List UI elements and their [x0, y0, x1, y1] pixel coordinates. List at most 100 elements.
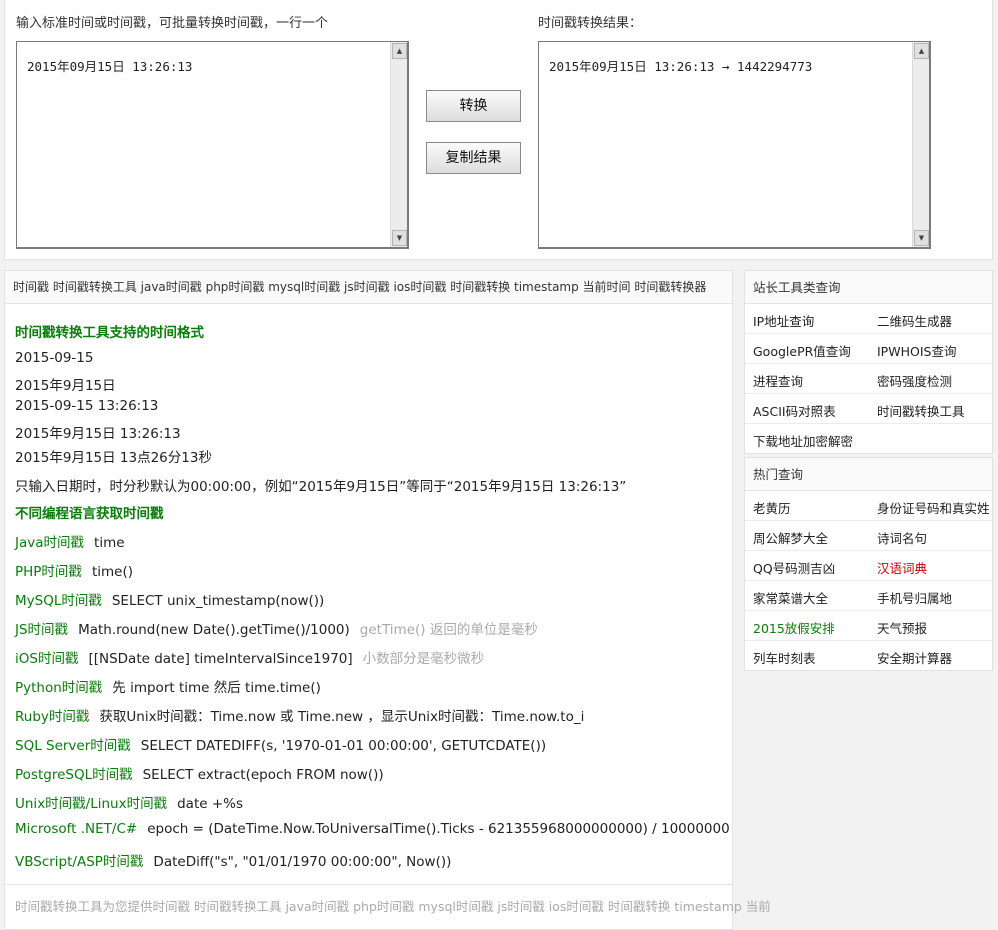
- lang-note: 小数部分是毫秒微秒: [362, 651, 485, 667]
- lang-row-php: PHP时间戳 time(): [15, 560, 133, 580]
- lang-name[interactable]: MySQL时间戳: [15, 593, 102, 609]
- tool-link[interactable]: ASCII码对照表: [753, 401, 836, 420]
- hot-box: 热门查询 老黄历 身份证号码和真实姓 周公解梦大全 诗词名句 QQ号码测吉凶 汉语词典…: [744, 457, 993, 671]
- lang-code: time: [94, 535, 125, 551]
- lang-row-python: Python时间戳先 import time 然后 time.time(): [15, 676, 321, 696]
- lang-code: date +%s: [177, 796, 244, 812]
- tools-row: 下载地址加密解密: [745, 424, 992, 453]
- divider: [5, 884, 732, 885]
- lang-name[interactable]: Java时间戳: [15, 535, 84, 551]
- scroll-up-icon[interactable]: ▲: [914, 43, 929, 59]
- lang-row-mysql: MySQL时间戳 SELECT unix_timestamp(now()): [15, 589, 324, 609]
- format-item: 2015年9月15日: [15, 378, 116, 394]
- hot-row: 2015放假安排 天气预报: [745, 611, 992, 641]
- tool-link[interactable]: IPWHOIS查询: [877, 341, 956, 360]
- tools-row: GooglePR值查询 IPWHOIS查询: [745, 334, 992, 364]
- tools-title: 站长工具类查询: [745, 271, 992, 304]
- input-scrollbar[interactable]: ▲ ▼: [390, 42, 407, 247]
- result-label: 时间戳转换结果：: [538, 16, 643, 31]
- tool-link[interactable]: 密码强度检测: [877, 371, 952, 390]
- lang-name[interactable]: iOS时间戳: [15, 651, 78, 667]
- lang-row-java: Java时间戳 time: [15, 531, 125, 551]
- tools-row: ASCII码对照表 时间戳转换工具: [745, 394, 992, 424]
- lang-name[interactable]: Microsoft .NET/C#: [15, 821, 137, 837]
- tool-link[interactable]: 下载地址加密解密: [753, 431, 853, 450]
- lang-row-vbscript: VBScript/ASP时间戳 DateDiff("s", "01/01/1970…: [15, 850, 451, 870]
- tool-link[interactable]: GooglePR值查询: [753, 341, 851, 360]
- lang-row-postgresql: PostgreSQL时间戳 SELECT extract(epoch FROM n…: [15, 763, 384, 783]
- lang-code: epoch = (DateTime.Now.ToUniversalTime().…: [147, 821, 730, 837]
- hot-link[interactable]: 周公解梦大全: [753, 528, 828, 547]
- lang-row-js: JS时间戳 Math.round(new Date().getTime()/100…: [15, 618, 538, 638]
- copy-result-button[interactable]: 复制结果: [426, 142, 521, 174]
- lang-code: [[NSDate date] timeIntervalSince1970]: [88, 651, 353, 667]
- lang-code: time(): [91, 564, 133, 580]
- lang-row-ruby: Ruby时间戳 获取Unix时间戳：Time.now 或 Time.new ，显示…: [15, 705, 584, 725]
- converter-panel: 输入标准时间或时间戳，可批量转换时间戳，一行一个 时间戳转换结果： 2015年0…: [4, 0, 993, 260]
- hot-row: 周公解梦大全 诗词名句: [745, 521, 992, 551]
- tools-row: IP地址查询 二维码生成器: [745, 304, 992, 334]
- scroll-down-icon[interactable]: ▼: [914, 230, 929, 246]
- hot-link[interactable]: QQ号码测吉凶: [753, 558, 835, 577]
- hot-title: 热门查询: [745, 458, 992, 491]
- tools-box: 站长工具类查询 IP地址查询 二维码生成器 GooglePR值查询 IPWHOIS查…: [744, 270, 993, 454]
- main-content: 时间戳 时间戳转换工具 java时间戳 php时间戳 mysql时间戳 js时间…: [4, 270, 771, 930]
- scroll-down-icon[interactable]: ▼: [392, 230, 407, 246]
- lang-code: DateDiff("s", "01/01/1970 00:00:00", Now…: [153, 854, 452, 870]
- hot-link[interactable]: 家常菜谱大全: [753, 588, 828, 607]
- lang-code: SELECT DATEDIFF(s, '1970-01-01 00:00:00'…: [140, 738, 547, 754]
- hot-row: 老黄历 身份证号码和真实姓: [745, 491, 992, 521]
- format-item: 2015年9月15日 13点26分13秒: [15, 450, 212, 466]
- input-label: 输入标准时间或时间戳，可批量转换时间戳，一行一个: [16, 16, 329, 31]
- input-text: 2015年09月15日 13:26:13: [27, 59, 193, 74]
- lang-name[interactable]: Python时间戳: [15, 680, 102, 696]
- lang-code: Math.round(new Date().getTime()/1000): [78, 622, 350, 638]
- hot-link[interactable]: 安全期计算器: [877, 648, 952, 667]
- lang-code: SELECT unix_timestamp(now()): [111, 593, 325, 609]
- tool-link[interactable]: 进程查询: [753, 371, 803, 390]
- hot-link[interactable]: 老黄历: [753, 498, 791, 517]
- hot-row: 列车时刻表 安全期计算器: [745, 641, 992, 670]
- result-textarea[interactable]: 2015年09月15日 13:26:13 → 1442294773 ▲ ▼: [538, 41, 931, 249]
- hot-link[interactable]: 诗词名句: [877, 528, 927, 547]
- hot-row: QQ号码测吉凶 汉语词典: [745, 551, 992, 581]
- format-item: 2015-09-15 13:26:13: [15, 398, 159, 414]
- lang-row-dotnet: Microsoft .NET/C# epoch = (DateTime.Now.T…: [15, 821, 730, 837]
- lang-row-sqlserver: SQL Server时间戳 SELECT DATEDIFF(s, '1970-01…: [15, 734, 546, 754]
- convert-button[interactable]: 转换: [426, 90, 521, 122]
- lang-name[interactable]: SQL Server时间戳: [15, 738, 131, 754]
- format-note: 只输入日期时，时分秒默认为00:00:00，例如“2015年9月15日”等同于“…: [15, 479, 627, 495]
- tool-link[interactable]: IP地址查询: [753, 311, 814, 330]
- lang-name[interactable]: VBScript/ASP时间戳: [15, 854, 143, 870]
- hot-link[interactable]: 汉语词典: [877, 558, 927, 577]
- tags-header: 时间戳 时间戳转换工具 java时间戳 php时间戳 mysql时间戳 js时间…: [5, 271, 732, 304]
- result-scrollbar[interactable]: ▲ ▼: [912, 42, 929, 247]
- scroll-up-icon[interactable]: ▲: [392, 43, 407, 59]
- lang-name[interactable]: Ruby时间戳: [15, 709, 89, 725]
- lang-code: SELECT extract(epoch FROM now()): [142, 767, 384, 783]
- format-item: 2015年9月15日 13:26:13: [15, 426, 181, 442]
- lang-code: 先 import time 然后 time.time(): [112, 680, 321, 696]
- result-text: 2015年09月15日 13:26:13 → 1442294773: [549, 59, 813, 74]
- lang-title: 不同编程语言获取时间戳: [15, 506, 164, 522]
- hot-row: 家常菜谱大全 手机号归属地: [745, 581, 992, 611]
- lang-name[interactable]: JS时间戳: [15, 622, 68, 638]
- hot-link[interactable]: 2015放假安排: [753, 618, 835, 637]
- lang-row-ios: iOS时间戳 [[NSDate date] timeIntervalSince19…: [15, 647, 484, 667]
- tools-row: 进程查询 密码强度检测: [745, 364, 992, 394]
- hot-link[interactable]: 列车时刻表: [753, 648, 816, 667]
- tool-link[interactable]: 二维码生成器: [877, 311, 952, 330]
- timestamp-input-textarea[interactable]: 2015年09月15日 13:26:13 ▲ ▼: [16, 41, 409, 249]
- formats-title: 时间戳转换工具支持的时间格式: [15, 325, 204, 341]
- hot-link[interactable]: 身份证号码和真实姓: [877, 498, 990, 517]
- lang-row-unix: Unix时间戳/Linux时间戳 date +%s: [15, 792, 243, 812]
- lang-name[interactable]: PostgreSQL时间戳: [15, 767, 133, 783]
- lang-name[interactable]: PHP时间戳: [15, 564, 82, 580]
- lang-code: 获取Unix时间戳：Time.now 或 Time.new ，显示Unix时间戳…: [99, 709, 585, 725]
- tool-link[interactable]: 时间戳转换工具: [877, 401, 965, 420]
- lang-name[interactable]: Unix时间戳/Linux时间戳: [15, 796, 167, 812]
- hot-link[interactable]: 天气预报: [877, 618, 927, 637]
- hot-link[interactable]: 手机号归属地: [877, 588, 952, 607]
- lang-note: getTime() 返回的单位是毫秒: [359, 622, 538, 638]
- footer-text: 时间戳转换工具为您提供时间戳 时间戳转换工具 java时间戳 php时间戳 my…: [15, 899, 771, 914]
